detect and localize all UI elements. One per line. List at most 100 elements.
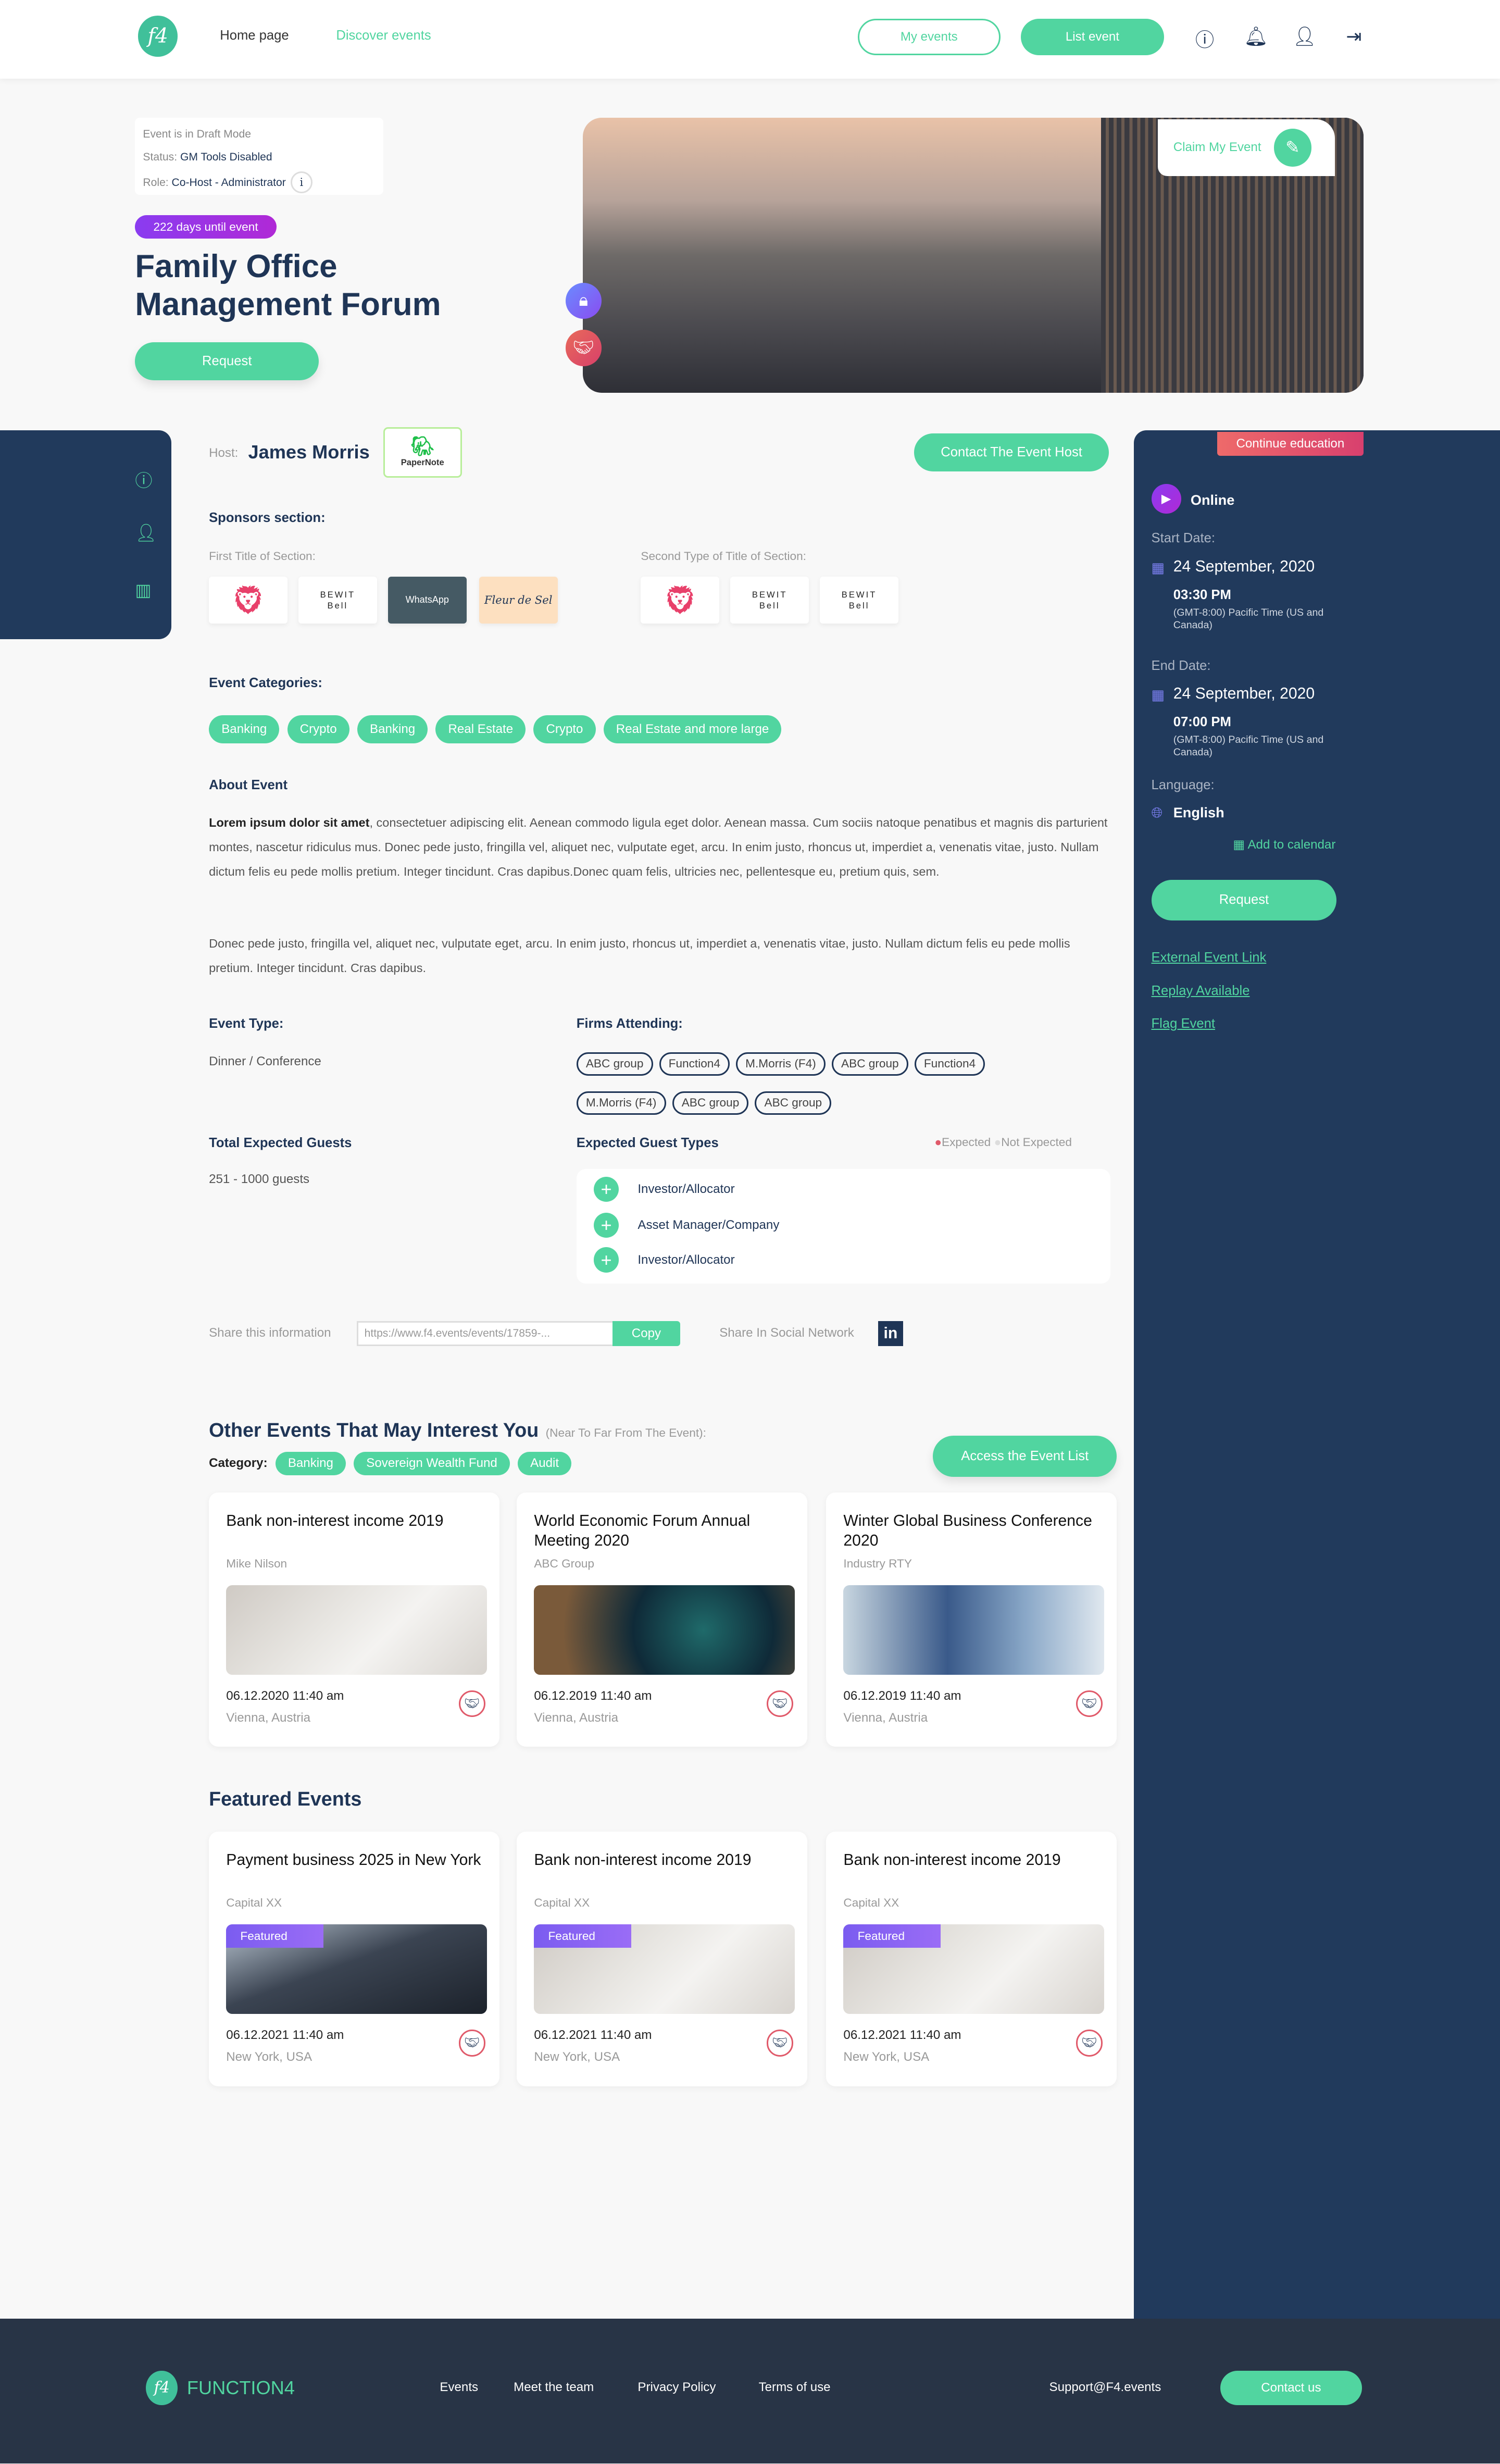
featured-card[interactable]: Bank non-interest income 2019 Capital XX F… [826,1832,1117,2086]
category-chip[interactable]: Audit [518,1451,572,1475]
draft-status-box: Event is in Draft Mode Status: GM Tools … [135,118,383,195]
lock-icon[interactable]: 🔒︎ [565,282,602,319]
list-event-button[interactable]: List event [1021,19,1164,55]
panel-request-button[interactable]: Request [1151,879,1337,921]
flag-event-link[interactable]: Flag Event [1152,1016,1216,1031]
firm-chip[interactable]: M.Morris (F4) [576,1091,666,1115]
role-value: Co-Host - Administrator [171,176,286,189]
category-chip[interactable]: Real Estate and more large [603,715,782,744]
firm-chip[interactable]: Function4 [914,1052,985,1076]
firm-chip[interactable]: ABC group [672,1091,749,1115]
replay-available-link[interactable]: Replay Available [1152,984,1250,999]
footer-link-team[interactable]: Meet the team [514,2380,594,2395]
my-events-button[interactable]: My events [857,19,1001,55]
status-value: GM Tools Disabled [180,151,272,163]
external-event-link[interactable]: External Event Link [1152,950,1267,965]
end-date: 24 September, 2020 [1173,685,1315,702]
online-broadcast-icon: ▶ [1151,483,1181,514]
support-email[interactable]: Support@F4.events [1049,2380,1161,2395]
plus-icon[interactable]: + [593,1247,619,1273]
handshake-icon[interactable]: 🤝︎ [565,330,602,366]
continue-education-tag[interactable]: Continue education [1217,432,1364,456]
info-icon[interactable]: ⓘ [135,467,152,492]
logo[interactable]: f4 [138,16,178,57]
guest-type-row: + Investor/Allocator [593,1176,735,1202]
plus-icon[interactable]: + [593,1213,619,1238]
role-label: Role: [143,176,169,189]
category-chip[interactable]: Banking [209,715,280,744]
event-type-value: Dinner / Conference [209,1054,321,1068]
handshake-icon[interactable]: 🤝︎ [766,2030,793,2057]
sponsor-logo-bewit[interactable]: BEWIT Bell [730,576,809,624]
other-events-header: Other Events That May Interest You (Near… [209,1419,706,1441]
linkedin-icon[interactable]: in [878,1321,904,1347]
category-chip[interactable]: Crypto [287,715,349,744]
user-icon[interactable]: 👤︎ [1293,25,1317,47]
sponsor-logo-fleur[interactable]: Fleur de Sel [479,576,558,624]
copy-button[interactable]: Copy [612,1321,680,1347]
event-card[interactable]: World Economic Forum Annual Meeting 2020… [517,1492,808,1747]
contact-us-button[interactable]: Contact us [1220,2370,1362,2406]
event-card[interactable]: Bank non-interest income 2019 Mike Nilson… [209,1492,499,1747]
other-category: Category: Banking Sovereign Wealth Fund Aud… [209,1451,579,1475]
sponsors-second-title: Second Type of Title of Section: [641,550,806,563]
handshake-icon[interactable]: 🤝︎ [458,1690,485,1718]
request-button[interactable]: Request [135,342,319,380]
footer-link-privacy[interactable]: Privacy Policy [638,2380,716,2395]
plus-icon[interactable]: + [593,1176,619,1202]
firm-chip[interactable]: Function4 [659,1052,730,1076]
sponsor-logo-lion[interactable]: 🦁︎ [209,576,288,624]
sponsor-logo-text: BEWIT Bell [320,589,356,611]
firm-chip[interactable]: M.Morris (F4) [736,1052,826,1076]
access-event-list-button[interactable]: Access the Event List [933,1436,1117,1477]
add-to-calendar-link[interactable]: ▦ Add to calendar [1233,837,1335,852]
category-chip[interactable]: Sovereign Wealth Fund [354,1451,510,1475]
sponsor-logo-bewit[interactable]: BEWIT Bell [820,576,898,624]
footer-link-terms[interactable]: Terms of use [759,2380,831,2395]
event-card[interactable]: Winter Global Business Conference 2020 In… [826,1492,1117,1747]
category-chips: Banking Crypto Banking Real Estate Crypto Rea… [209,710,789,744]
sponsor-logo-lion[interactable]: 🦁︎ [641,576,720,624]
page-title: Family Office Management Forum [135,248,441,322]
featured-card[interactable]: Payment business 2025 in New York Capital… [209,1832,499,2086]
calendar-icon: ▦ [1151,559,1165,576]
guest-types-legend: ●Expected ●Not Expected [934,1136,1072,1149]
start-date: 24 September, 2020 [1173,557,1315,575]
host-name[interactable]: James Morris [248,441,369,463]
sponsor-logo-text: BEWIT Bell [841,589,877,611]
footer: f4 FUNCTION4 Events Meet the team Privac… [0,2319,1500,2463]
contact-host-button[interactable]: Contact The Event Host [914,433,1109,471]
user-icon[interactable]: 👤︎ [135,523,157,543]
category-chip[interactable]: Real Estate [435,715,526,744]
handshake-icon[interactable]: 🤝︎ [1076,1690,1103,1718]
category-chip[interactable]: Banking [275,1451,346,1475]
chart-icon[interactable]: ▥ [135,580,151,601]
handshake-icon[interactable]: 🤝︎ [766,1690,793,1718]
logout-icon[interactable]: ⇥ [1343,25,1365,47]
nav-discover[interactable]: Discover events [336,28,431,43]
share-url-input[interactable]: https://www.f4.events/events/17859-... [356,1321,615,1347]
nav-home[interactable]: Home page [220,28,289,43]
start-time: 03:30 PM [1173,587,1231,602]
handshake-icon[interactable]: 🤝︎ [1076,2030,1103,2057]
sponsor-logo-whatsapp[interactable]: WhatsApp [388,576,467,624]
footer-logo[interactable]: f4 [146,2370,178,2406]
sponsor-logo-bewit[interactable]: BEWIT Bell [298,576,377,624]
featured-card[interactable]: Bank non-interest income 2019 Capital XX F… [517,1832,808,2086]
info-icon[interactable]: ⓘ [1194,25,1216,52]
host-logo: 🐘︎ PaperNote [383,427,462,478]
claim-event-button[interactable]: Claim My Event ✎ [1157,119,1335,176]
category-chip[interactable]: Banking [357,715,428,744]
footer-brand: FUNCTION4 [186,2376,295,2398]
handshake-icon[interactable]: 🤝︎ [458,2030,485,2057]
role-info-button[interactable]: i [290,171,313,193]
footer-link-events[interactable]: Events [440,2380,478,2395]
countdown-badge: 222 days until event [135,215,277,239]
bell-icon[interactable]: 🔔︎ [1244,25,1268,47]
firm-chip[interactable]: ABC group [576,1052,653,1076]
event-type-title: Event Type: [209,1016,284,1031]
firm-chips: ABC group Function4 M.Morris (F4) ABC group… [576,1044,1095,1122]
firm-chip[interactable]: ABC group [831,1052,908,1076]
firm-chip[interactable]: ABC group [755,1091,832,1115]
category-chip[interactable]: Crypto [533,715,596,744]
